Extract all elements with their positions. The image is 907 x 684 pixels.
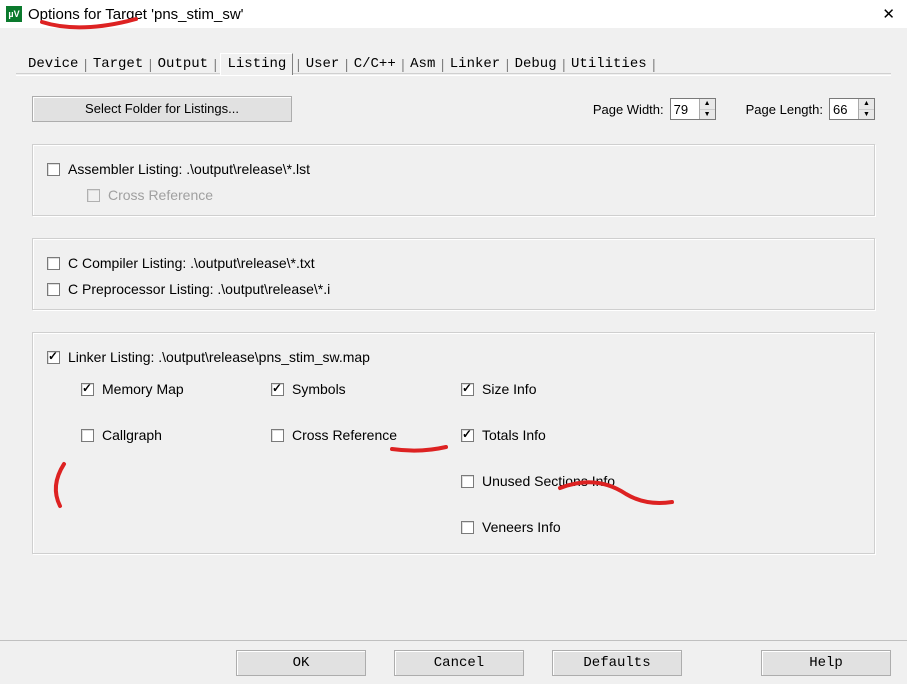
totals-info-checkbox[interactable] <box>461 429 474 442</box>
c-preprocessor-listing-label: C Preprocessor Listing: .\output\release… <box>68 281 330 297</box>
assembler-listing-group: Assembler Listing: .\output\release\*.ls… <box>32 144 875 216</box>
tab-user[interactable]: User <box>304 54 342 74</box>
veneers-checkbox[interactable] <box>461 521 474 534</box>
close-icon[interactable]: ✕ <box>876 5 901 23</box>
tab-debug[interactable]: Debug <box>513 54 559 74</box>
chevron-down-icon[interactable]: ▼ <box>700 110 715 120</box>
linker-crossref-label: Cross Reference <box>292 427 397 443</box>
c-listing-group: C Compiler Listing: .\output\release\*.t… <box>32 238 875 310</box>
tab-listing[interactable]: Listing <box>220 53 293 75</box>
tab-asm[interactable]: Asm <box>408 54 437 74</box>
asm-crossref-label: Cross Reference <box>108 187 213 203</box>
cancel-button[interactable]: Cancel <box>394 650 524 676</box>
unused-sections-label: Unused Sections Info <box>482 473 615 489</box>
c-compiler-listing-label: C Compiler Listing: .\output\release\*.t… <box>68 255 315 271</box>
memory-map-label: Memory Map <box>102 381 184 397</box>
tab-utilities[interactable]: Utilities <box>569 54 649 74</box>
page-length-input[interactable] <box>830 99 858 119</box>
chevron-up-icon[interactable]: ▲ <box>859 99 874 110</box>
assembler-listing-checkbox[interactable] <box>47 163 60 176</box>
button-bar: OK Cancel Defaults Help <box>0 640 907 684</box>
memory-map-checkbox[interactable] <box>81 383 94 396</box>
page-width-input[interactable] <box>671 99 699 119</box>
unused-sections-checkbox[interactable] <box>461 475 474 488</box>
size-info-checkbox[interactable] <box>461 383 474 396</box>
tab-target[interactable]: Target <box>91 54 145 74</box>
window-title: Options for Target 'pns_stim_sw' <box>28 6 876 23</box>
ok-button[interactable]: OK <box>236 650 366 676</box>
c-compiler-listing-checkbox[interactable] <box>47 257 60 270</box>
chevron-down-icon[interactable]: ▼ <box>859 110 874 120</box>
defaults-button[interactable]: Defaults <box>552 650 682 676</box>
asm-crossref-checkbox <box>87 189 100 202</box>
help-button[interactable]: Help <box>761 650 891 676</box>
veneers-label: Veneers Info <box>482 519 561 535</box>
tab-output[interactable]: Output <box>156 54 210 74</box>
tab-device[interactable]: Device <box>26 54 80 74</box>
app-icon: µV <box>6 6 22 22</box>
chevron-up-icon[interactable]: ▲ <box>700 99 715 110</box>
assembler-listing-label: Assembler Listing: .\output\release\*.ls… <box>68 161 310 177</box>
tab-page-listing: Select Folder for Listings... Page Width… <box>16 75 891 592</box>
callgraph-checkbox[interactable] <box>81 429 94 442</box>
linker-listing-group: Linker Listing: .\output\release\pns_sti… <box>32 332 875 554</box>
page-width-label: Page Width: <box>593 102 664 117</box>
page-width-spinner[interactable]: ▲ ▼ <box>670 98 716 120</box>
tab-linker[interactable]: Linker <box>448 54 502 74</box>
tab-strip: Device| Target| Output| Listing| User| C… <box>26 50 891 74</box>
tab-c-cpp[interactable]: C/C++ <box>352 54 398 74</box>
size-info-label: Size Info <box>482 381 536 397</box>
callgraph-label: Callgraph <box>102 427 162 443</box>
c-preprocessor-listing-checkbox[interactable] <box>47 283 60 296</box>
linker-listing-checkbox[interactable] <box>47 351 60 364</box>
linker-listing-label: Linker Listing: .\output\release\pns_sti… <box>68 349 370 365</box>
totals-info-label: Totals Info <box>482 427 546 443</box>
symbols-label: Symbols <box>292 381 346 397</box>
symbols-checkbox[interactable] <box>271 383 284 396</box>
select-folder-button[interactable]: Select Folder for Listings... <box>32 96 292 122</box>
linker-crossref-checkbox[interactable] <box>271 429 284 442</box>
title-bar: µV Options for Target 'pns_stim_sw' ✕ <box>0 0 907 28</box>
page-length-spinner[interactable]: ▲ ▼ <box>829 98 875 120</box>
page-length-label: Page Length: <box>746 102 823 117</box>
